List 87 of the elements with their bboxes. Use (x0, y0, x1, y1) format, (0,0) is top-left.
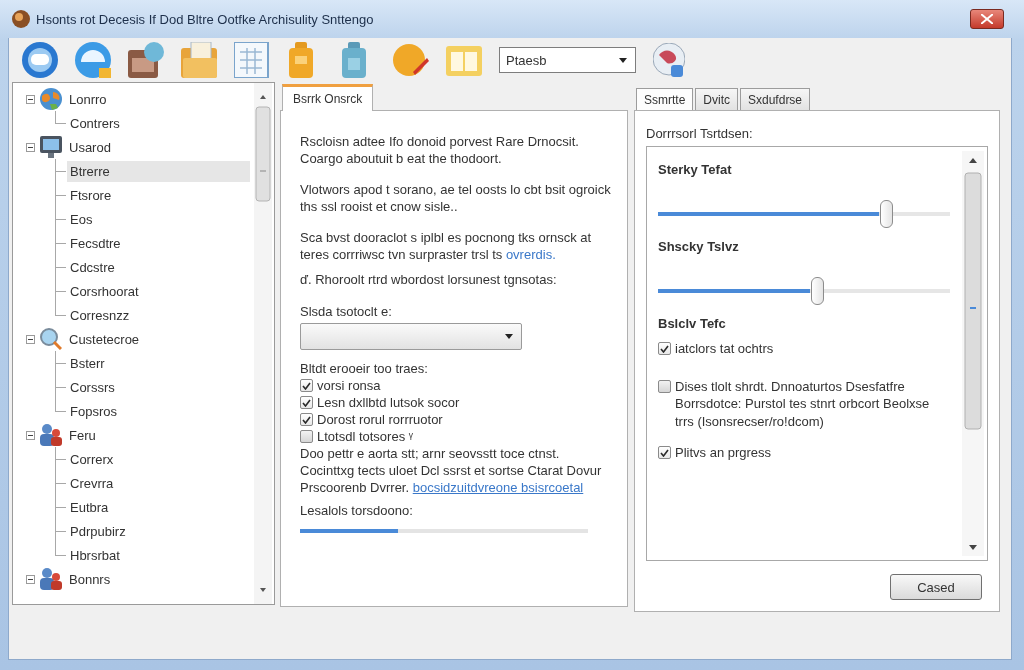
calendar-icon[interactable] (234, 42, 270, 78)
tab[interactable]: Ssmrtte (636, 88, 694, 110)
people-icon (40, 568, 62, 590)
slider-thumb[interactable] (879, 200, 893, 228)
checkbox-label: Dises tlolt shrdt. Dnnoaturtos Dsesfatfre Borrsdotce: Purstol tes stnrt orbcort Beolxse trrs (Isonsrecser/ro!dcom) (675, 377, 931, 430)
paragraph: Sca bvst dooraclot s iplbl es pocnong tks ornsck at teres corrriwsc tvn surpraster trsl ts ovrerdis. (300, 229, 593, 263)
caret-icon (619, 57, 627, 63)
collapse-icon[interactable] (26, 574, 35, 584)
section-label: Bltdt erooeir too traes: (300, 360, 429, 377)
group-label: Dorrrsorl Tsrtdsen: (646, 125, 754, 142)
globe-icon[interactable] (653, 43, 685, 77)
globe-icon[interactable] (75, 42, 111, 78)
section-title: Bslclv Tefc (658, 315, 727, 332)
checkbox-label: Plitvs an prgress (675, 444, 772, 462)
tab[interactable]: Sxdufdrse (740, 88, 811, 110)
orb-icon (12, 10, 30, 28)
tick-icon (660, 448, 669, 457)
tree-item[interactable]: Ftsrore (67, 184, 115, 206)
slider-label: Shscky Tslvz (658, 238, 740, 255)
checkbox-label: Dorost rorul rorrruotor (317, 412, 443, 427)
tree-item[interactable]: Bonnrs (66, 568, 114, 590)
box-icon[interactable] (128, 42, 164, 78)
link[interactable]: bocsidzuitdvreone bsisrcoetal (412, 480, 584, 495)
collapse-icon[interactable] (26, 430, 35, 440)
tree-item[interactable]: Contrers (67, 112, 123, 134)
checkbox[interactable] (300, 413, 313, 426)
checkbox[interactable] (300, 396, 313, 409)
tree-item[interactable]: Usarod (66, 136, 114, 158)
tree-item[interactable]: Corresnzz (67, 304, 133, 326)
slider-label: Sterky Tefat (658, 161, 733, 178)
tree-item[interactable]: Corssrs (67, 376, 118, 398)
globe-icon (40, 88, 62, 110)
monitor-icon (40, 136, 62, 158)
tree-item[interactable]: Bsterr (67, 352, 108, 374)
tab[interactable]: Bsrrk Onsrck (282, 84, 374, 111)
collapse-icon[interactable] (26, 142, 35, 152)
tree-item[interactable]: Fecsdtre (67, 232, 124, 254)
paragraph: ď. Rhoroolt rtrd wbordost lorsunest tgnsotas: (300, 271, 558, 288)
cancel-button[interactable]: Cased (890, 574, 982, 600)
checkbox-label: Lesn dxllbtd lutsok socor (317, 395, 460, 410)
tree-item[interactable]: Hbrsrbat (67, 544, 123, 566)
window-title: Hsonts rot Decesis If Dod Bltre Ootfke Archisulity Snttengo (36, 11, 374, 27)
tree-item[interactable]: Correrx (67, 448, 117, 470)
pencil-icon[interactable] (393, 42, 429, 78)
close-button[interactable] (970, 9, 1004, 29)
paragraph: Rscloisn adtee Ifo donoid porvest Rare Drnocsit. Coargo aboutuit b eat the thodoort. (300, 133, 580, 167)
checkbox[interactable] (658, 342, 671, 355)
tick-icon (302, 415, 311, 424)
scrollbar[interactable] (962, 151, 984, 556)
field-label: Slsda tsotoclt e: (300, 303, 393, 320)
checkbox-label: Ltotsdl totsores ᵞ (317, 429, 413, 444)
tree-item[interactable]: Pdrpubirz (67, 520, 129, 542)
dropdown[interactable]: Ptaesb (499, 47, 636, 73)
tick-icon (302, 381, 311, 390)
disc-icon[interactable] (22, 42, 58, 78)
paragraph: Doo pettr e aorta stt; arnr seovsstt toce ctnst. Cocinttxg tects uloet Dcl ssrst et sortse Ctarat Dovur Prscoorenb Dvrrer. bocsidzuitdvreone bsisrcoetal (300, 445, 603, 496)
tree-item[interactable]: Feru (66, 424, 99, 446)
scrollbar[interactable] (254, 83, 272, 604)
caret-icon (505, 334, 513, 339)
link[interactable]: ovrerdis. (505, 247, 556, 262)
checkbox[interactable] (658, 379, 671, 393)
tree-item[interactable]: Btrerre (67, 160, 250, 182)
tree-item[interactable]: Cdcstre (67, 256, 118, 278)
people-icon (40, 424, 62, 446)
tree-item[interactable]: Custetecroe (66, 328, 143, 350)
checkbox-label: iatclors tat ochtrs (675, 340, 774, 358)
tree-item[interactable]: Eos (67, 208, 96, 230)
slider-thumb[interactable] (811, 277, 825, 305)
search-icon (40, 328, 62, 350)
tree-item[interactable]: Corsrhoorat (67, 280, 142, 302)
tree-item[interactable]: Crevrra (67, 472, 117, 494)
tick-icon (302, 398, 311, 407)
collapse-icon[interactable] (26, 334, 35, 344)
tree-item[interactable]: Lonrro (66, 88, 110, 110)
tick-icon (660, 344, 669, 353)
close-icon (981, 14, 993, 24)
checkbox[interactable] (300, 379, 313, 392)
progress-label: Lesalols torsdoono: (300, 502, 414, 519)
checkbox[interactable] (658, 446, 671, 459)
tree-item[interactable]: Fopsros (67, 400, 120, 422)
collapse-icon[interactable] (26, 94, 35, 104)
paragraph: Vlotwors apod t sorano, ae tel oosts lo cbt bsit ogroick ths ssl rooist et cnow sisle.. (300, 181, 612, 215)
dropdown[interactable] (300, 323, 522, 350)
tab[interactable]: Dvitc (695, 88, 738, 110)
tree-item[interactable]: Eutbra (67, 496, 112, 518)
checkbox[interactable] (300, 430, 313, 443)
checkbox-label: vorsi ronsa (317, 378, 381, 393)
